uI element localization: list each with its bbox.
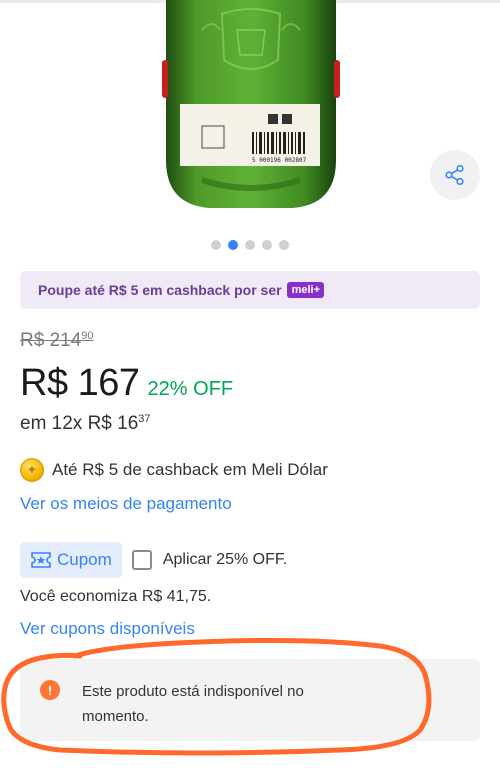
meli-plus-badge: meli+ [286,282,324,298]
cashback-banner-text: Poupe até R$ 5 em cashback por ser [38,282,282,298]
original-price: R$ 21490 [20,330,94,352]
coupon-savings-text: Você economiza R$ 41,75. [20,588,212,605]
meli-plus-cashback-banner: Poupe até R$ 5 em cashback por ser meli+ [20,271,480,309]
unavailable-notice: ! Este produto está indisponível no mome… [20,659,480,741]
meli-dollar-coin-icon: ✦ [20,458,44,482]
cashback-text: Até R$ 5 de cashback em Meli Dólar [52,460,328,479]
original-price-main: R$ 214 [20,330,82,351]
coupon-tag: Cupom [20,542,122,578]
carousel-dot[interactable] [245,240,255,250]
barcode-number: 5 000196 002807 [252,157,307,164]
current-price: R$ 167 [20,362,140,404]
share-button[interactable] [430,150,480,200]
carousel-dot[interactable] [228,240,238,250]
discount-label: 22% OFF [147,378,234,400]
apply-coupon-checkbox[interactable] [131,550,152,570]
carousel-pagination[interactable] [0,240,500,250]
price-row: R$ 167 22% OFF [20,362,233,405]
apply-coupon-label[interactable]: Aplicar 25% OFF. [163,551,287,569]
carousel-dot[interactable] [211,240,221,250]
meli-plus-badge-label: meli+ [291,284,320,296]
product-image: 5 000196 002807 [162,0,340,208]
alert-icon: ! [40,680,60,700]
meli-dollar-cashback: ✦ Até R$ 5 de cashback em Meli Dólar [20,458,328,482]
installments-main: em 12x R$ 16 [20,413,139,434]
coupon-ticket-icon [30,551,52,569]
installments-cents: 37 [138,413,151,425]
coupon-tag-label: Cupom [57,550,112,569]
installments: em 12x R$ 1637 [20,413,151,435]
carousel-dot[interactable] [262,240,272,250]
unavailable-message: Este produto está indisponível no moment… [82,683,304,725]
original-price-cents: 90 [81,330,94,342]
view-coupons-link[interactable]: Ver cupons disponíveis [20,619,195,639]
share-icon [445,164,464,186]
payment-methods-link[interactable]: Ver os meios de pagamento [20,494,232,514]
carousel-dot[interactable] [279,240,289,250]
coupon-row: Cupom Aplicar 25% OFF. [20,542,287,578]
product-image-carousel[interactable]: 5 000196 002807 [0,0,500,230]
